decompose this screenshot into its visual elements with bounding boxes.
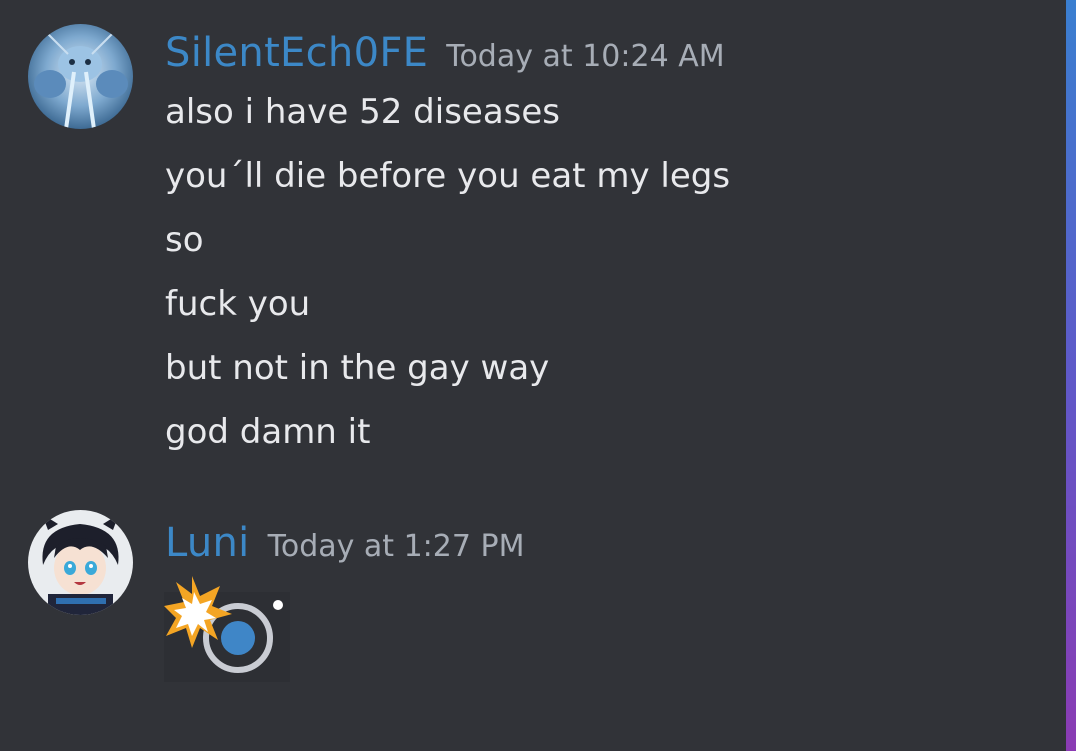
username[interactable]: SilentEch0FE <box>165 30 428 76</box>
message-header: SilentEch0FE Today at 10:24 AM <box>165 30 725 76</box>
lobster-avatar-icon <box>28 24 133 129</box>
window-edge-gradient <box>1066 0 1076 751</box>
message-line: fuck you <box>165 284 311 324</box>
message-line: so <box>165 220 204 260</box>
avatar[interactable] <box>28 510 133 615</box>
avatar[interactable] <box>28 24 133 129</box>
message-line: god damn it <box>165 412 371 452</box>
message-line: you´ll die before you eat my legs <box>165 156 731 196</box>
timestamp[interactable]: Today at 10:24 AM <box>446 39 724 74</box>
sticker-image[interactable] <box>162 570 292 685</box>
message-group-1: SilentEch0FE Today at 10:24 AM also i hav… <box>0 0 1060 480</box>
timestamp[interactable]: Today at 1:27 PM <box>268 529 525 564</box>
anime-avatar-icon <box>28 510 133 615</box>
message-line: also i have 52 diseases <box>165 92 561 132</box>
message-line: but not in the gay way <box>165 348 550 388</box>
username[interactable]: Luni <box>165 520 250 566</box>
message-header: Luni Today at 1:27 PM <box>165 520 524 566</box>
collision-emoji-with-ring-icon <box>164 576 290 682</box>
message-group-2: Luni Today at 1:27 PM <box>0 480 1060 751</box>
